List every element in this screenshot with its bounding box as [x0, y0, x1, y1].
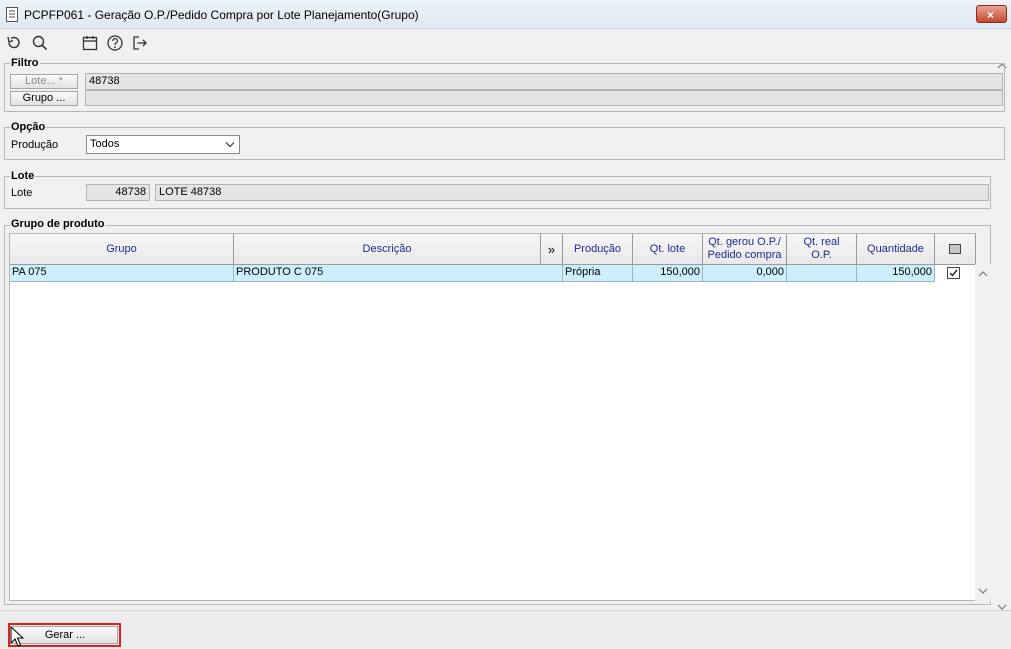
calendar-icon[interactable] [81, 34, 99, 52]
column-header-quantidade[interactable]: Quantidade [857, 234, 935, 265]
lote-description-field: LOTE 48738 [155, 184, 989, 201]
cell-qt-gerou[interactable]: 0,000 [703, 265, 787, 282]
scroll-up-icon[interactable] [978, 270, 988, 278]
column-header-grupo[interactable]: Grupo [10, 234, 234, 265]
lote-legend: Lote [10, 170, 36, 182]
help-icon[interactable] [106, 34, 124, 52]
cell-quantidade[interactable]: 150,000 [857, 265, 935, 282]
expand-columns-button[interactable]: » [541, 234, 563, 265]
grupo-produto-grid: Grupo Descrição » Produção Qt. lote Qt. … [9, 233, 976, 601]
select-all-checkbox-icon[interactable] [949, 244, 961, 254]
checked-checkbox-icon[interactable] [947, 267, 960, 279]
cell-descricao[interactable]: PRODUTO C 075 [234, 265, 563, 282]
mouse-cursor-icon [10, 626, 24, 647]
cell-selected[interactable] [935, 265, 976, 282]
column-header-producao[interactable]: Produção [563, 234, 633, 265]
grupo-lookup-button[interactable]: Grupo ... [10, 91, 78, 106]
close-icon: × [987, 8, 995, 22]
title-bar: PCPFP061 - Geração O.P./Pedido Compra po… [0, 0, 1011, 29]
producao-label: Produção [11, 139, 59, 151]
lote-number-field: 48738 [86, 184, 150, 201]
grupo-field[interactable] [85, 90, 1003, 106]
scroll-down-icon[interactable] [978, 587, 988, 595]
producao-select[interactable]: Todos [86, 135, 240, 154]
close-button[interactable]: × [976, 5, 1007, 23]
exit-icon[interactable] [131, 34, 149, 52]
lote-field[interactable]: 48738 [85, 73, 1003, 90]
filtro-legend: Filtro [10, 57, 40, 69]
column-header-qt-gerou[interactable]: Qt. gerou O.P./Pedido compra [703, 234, 787, 265]
toolbar [0, 30, 1011, 56]
undo-icon[interactable] [5, 34, 23, 52]
search-icon[interactable] [31, 34, 49, 52]
window-title: PCPFP061 - Geração O.P./Pedido Compra po… [24, 8, 419, 22]
lote-lookup-button[interactable]: Lote... * [10, 74, 78, 89]
column-header-qt-real[interactable]: Qt. real O.P. [787, 234, 857, 265]
grid-vertical-scrollbar[interactable] [975, 264, 991, 601]
producao-selected-value: Todos [90, 138, 120, 150]
gerar-button[interactable]: Gerar ... [12, 626, 118, 644]
footer-bar: Gerar ... [0, 610, 1011, 649]
cell-qt-real[interactable] [787, 265, 857, 282]
cell-grupo[interactable]: PA 075 [10, 265, 234, 282]
select-all-checkbox-header[interactable] [935, 234, 976, 265]
cell-qt-lote[interactable]: 150,000 [633, 265, 703, 282]
chevron-down-icon [225, 142, 235, 148]
document-icon [6, 7, 18, 22]
cell-producao[interactable]: Própria [563, 265, 633, 282]
opcao-legend: Opção [10, 121, 47, 133]
column-header-descricao[interactable]: Descrição [234, 234, 541, 265]
lote-label: Lote [11, 187, 33, 199]
column-header-qt-lote[interactable]: Qt. lote [633, 234, 703, 265]
grupo-produto-legend: Grupo de produto [10, 218, 106, 230]
